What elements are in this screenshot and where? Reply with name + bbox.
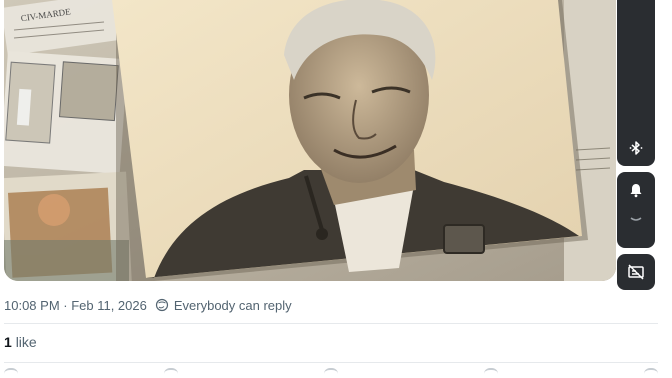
main-portrait-photo bbox=[112, 0, 588, 281]
globe-reply-icon bbox=[155, 298, 168, 312]
bluetooth-icon bbox=[628, 140, 644, 156]
media-side-controls bbox=[617, 0, 655, 292]
post-detail: CIV-MARDE 10:08 PM · Feb 11, 2026 Everyb… bbox=[0, 0, 672, 378]
chevron-down-icon[interactable] bbox=[629, 216, 643, 224]
bluetooth-button[interactable] bbox=[617, 0, 655, 166]
post-meta-row: 10:08 PM · Feb 11, 2026 Everybody can re… bbox=[4, 295, 292, 315]
likes-label: like bbox=[15, 334, 37, 350]
likes-count: 1 bbox=[4, 334, 16, 350]
repost-icon[interactable] bbox=[164, 368, 178, 378]
captions-toggle-button[interactable] bbox=[617, 254, 655, 290]
post-media-image[interactable]: CIV-MARDE bbox=[4, 0, 616, 281]
post-timestamp[interactable]: 10:08 PM · Feb 11, 2026 bbox=[4, 298, 147, 313]
divider bbox=[4, 362, 658, 363]
share-icon[interactable] bbox=[644, 368, 658, 378]
reply-icon[interactable] bbox=[4, 368, 18, 378]
post-action-bar bbox=[4, 368, 658, 378]
reply-setting: Everybody can reply bbox=[155, 298, 292, 313]
like-icon[interactable] bbox=[324, 368, 338, 378]
reply-setting-label: Everybody can reply bbox=[173, 297, 292, 313]
post-photo: CIV-MARDE bbox=[4, 0, 616, 281]
notification-control[interactable] bbox=[617, 172, 655, 248]
divider bbox=[4, 323, 658, 324]
likes-summary[interactable]: 1 like bbox=[4, 334, 37, 350]
captions-off-icon bbox=[627, 264, 645, 280]
bookmark-icon[interactable] bbox=[484, 368, 498, 378]
bell-icon[interactable] bbox=[628, 182, 644, 198]
